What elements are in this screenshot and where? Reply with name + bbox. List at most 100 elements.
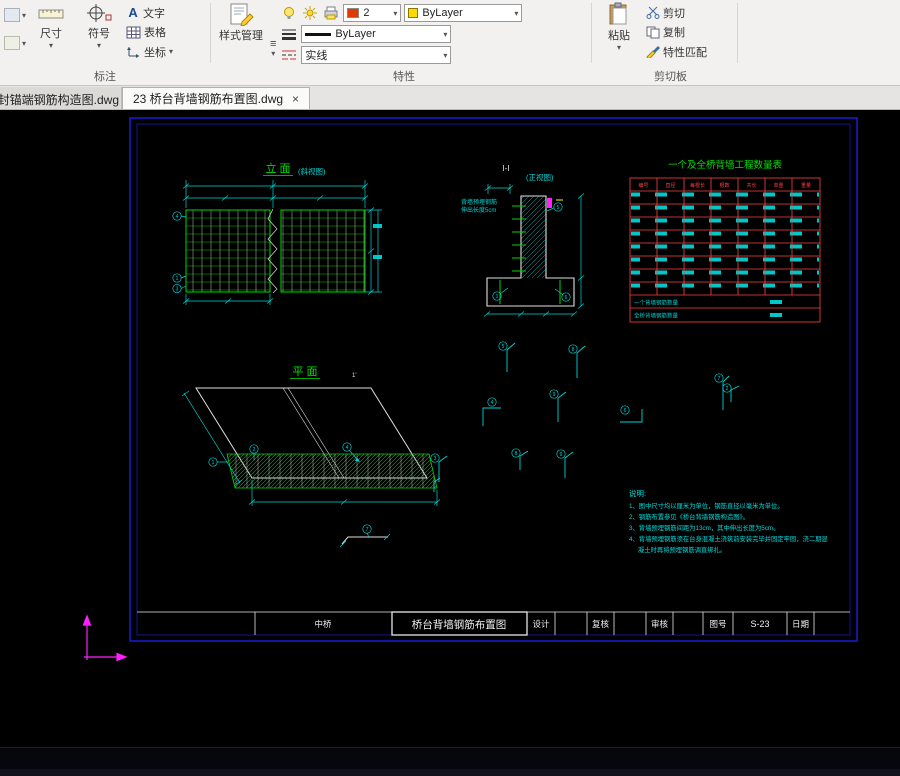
symbol-button[interactable]: 符号 ▾	[75, 1, 123, 50]
quantity-table: 一个及全桥背墙工程数量表 编号 直径 每根长 根数 共长 单重 重量 一个背墙钢…	[629, 159, 821, 323]
text-button[interactable]: A 文字	[124, 3, 175, 22]
datum-symbol-icon	[87, 4, 112, 22]
layer-value: ByLayer	[422, 7, 463, 19]
style-menu-button[interactable]: ≡ ▾	[268, 1, 278, 61]
section-subtitle: (正视图)	[526, 172, 554, 182]
svg-text:直径: 直径	[665, 182, 675, 189]
linetype-select[interactable]: 实线 ▾	[301, 46, 452, 64]
svg-text:4: 4	[176, 214, 179, 220]
cad-drawing: 立 面 (斜视图) 4 1 3 I-I (正视图) 背墙预埋钢筋 伸出长度5cm…	[82, 117, 858, 662]
plan-rebar-band	[226, 453, 438, 489]
style-manager-button[interactable]: 样式管理	[214, 1, 268, 43]
chevron-down-icon: ▾	[616, 43, 621, 52]
tab-drawing-1[interactable]: 封锚端钢筋构造图.dwg	[0, 87, 122, 109]
ribbon-panel-labels: 标注 特性 剪切板	[0, 66, 900, 85]
linetype-value: 实线	[305, 50, 328, 62]
ribbon: ▾ ▾ 尺寸 ▾ 符号 ▾ A 文字 表格 坐标 ▾ 样式管理 ≡ ▾ 2 ▾ …	[0, 0, 900, 86]
section-note-1: 背墙预埋钢筋	[461, 198, 497, 206]
section-embed-mark	[547, 198, 552, 208]
ribbon-main-row: ▾ ▾ 尺寸 ▾ 符号 ▾ A 文字 表格 坐标 ▾ 样式管理 ≡ ▾ 2 ▾ …	[0, 0, 900, 66]
match-properties-label: 特性匹配	[663, 46, 707, 59]
panel-label-clipboard: 剪切板	[654, 71, 687, 83]
svg-text:2: 2	[726, 386, 729, 392]
copy-button[interactable]: 复制	[644, 23, 709, 42]
tab-drawing-1-label: 封锚端钢筋构造图.dwg	[0, 93, 119, 107]
plan-detail-bar: 7	[339, 524, 391, 548]
svg-text:每根长: 每根长	[690, 182, 705, 189]
scissors-icon	[646, 6, 660, 19]
panel-label-annotation: 标注	[94, 71, 116, 83]
chevron-down-icon: ▾	[97, 41, 102, 50]
chevron-down-icon: ▾	[443, 29, 448, 39]
layer-swatch	[408, 8, 419, 18]
table-button[interactable]: 表格	[124, 23, 175, 42]
panel-label-properties: 特性	[393, 71, 415, 83]
style-manager-icon	[230, 3, 254, 26]
title-block: 中桥 桥台背墙钢筋布置图 设计 复核 审核 图号 S-23 日期	[137, 611, 850, 636]
brush-icon	[646, 46, 660, 58]
cut-button-label: 剪切	[663, 7, 685, 20]
notes-line-1: 1、图中尺寸均以厘米为单位，钢筋直径以毫米为单位。	[629, 501, 784, 510]
lineweight-icon[interactable]	[280, 26, 298, 42]
sun-icon[interactable]	[301, 5, 319, 21]
cut-button[interactable]: 剪切	[644, 3, 709, 22]
plan-section-mark: 1'	[352, 373, 356, 379]
svg-text:3: 3	[434, 456, 437, 462]
chevron-down-icon: ▾	[22, 10, 27, 20]
dimension-button-label: 尺寸	[40, 28, 63, 40]
clipboard-icon	[609, 2, 627, 25]
rebar-shape-details	[433, 342, 740, 492]
section-view: I-I (正视图) 背墙预埋钢筋 伸出长度5cm 5 1 6	[461, 164, 585, 317]
svg-text:7: 7	[366, 527, 369, 533]
layer-select[interactable]: ByLayer ▾	[404, 4, 523, 22]
style-manager-label: 样式管理	[219, 30, 263, 42]
properties-controls: 2 ▾ ByLayer ▾ ByLayer ▾ 实线 ▾	[278, 1, 523, 64]
color-select[interactable]: 2 ▾	[343, 4, 402, 22]
tab-drawing-2[interactable]: 23 桥台背墙钢筋布置图.dwg ×	[122, 87, 311, 109]
copy-button-label: 复制	[663, 27, 685, 39]
toolbar-mini-button[interactable]: ▾	[4, 31, 26, 55]
section-note-2: 伸出长度5cm	[461, 206, 496, 214]
color-value: 2	[363, 7, 370, 19]
svg-text:2: 2	[253, 447, 256, 453]
elevation-title: 立 面	[265, 161, 290, 175]
svg-text:8: 8	[515, 451, 518, 457]
coordinate-button-label: 坐标	[144, 46, 167, 59]
svg-text:6: 6	[624, 408, 627, 414]
elevation-callout-numbers: 4 1 3	[176, 214, 179, 292]
svg-text:4: 4	[491, 400, 494, 406]
toolbar-overflow-icons: ▾ ▾	[3, 1, 27, 57]
lightbulb-icon[interactable]	[280, 5, 298, 21]
elevation-subtitle: (斜视图)	[298, 166, 326, 176]
match-properties-button[interactable]: 特性匹配	[644, 42, 709, 61]
ribbon-separator	[737, 3, 738, 63]
chevron-down-icon: ▾	[49, 41, 54, 50]
coordinate-button[interactable]: 坐标 ▾	[124, 42, 175, 61]
svg-text:1: 1	[212, 460, 215, 466]
chevron-down-icon: ▾	[169, 47, 174, 56]
quantity-table-headers: 编号 直径 每根长 根数 共长 单重 重量	[638, 182, 811, 189]
quantity-table-footer-1: 一个背墙钢筋数量	[634, 299, 679, 307]
lineweight-select[interactable]: ByLayer ▾	[301, 25, 452, 43]
svg-text:5: 5	[557, 205, 560, 211]
svg-text:根数: 根数	[719, 182, 729, 189]
paste-button[interactable]: 粘贴 ▾	[595, 1, 643, 52]
titleblock-bridge: 中桥	[314, 619, 332, 629]
drawing-viewport[interactable]: 立 面 (斜视图) 4 1 3 I-I (正视图) 背墙预埋钢筋 伸出长度5cm…	[0, 110, 900, 747]
symbol-button-label: 符号	[88, 28, 111, 40]
command-line-area[interactable]	[0, 747, 900, 776]
titleblock-sheet-label: 图号	[709, 619, 726, 629]
tab-close-icon[interactable]: ×	[292, 92, 299, 106]
printer-icon[interactable]	[322, 5, 340, 21]
chevron-down-icon: ▾	[443, 50, 448, 60]
toolbar-mini-button[interactable]: ▾	[4, 3, 26, 27]
tool-icon	[4, 36, 20, 50]
dimension-button[interactable]: 尺寸 ▾	[27, 1, 75, 50]
chevron-down-icon: ▾	[514, 8, 519, 18]
chevron-down-icon: ▾	[393, 8, 398, 18]
notes-line-2: 2、钢筋布置参见《桥台背墙钢筋构造图》。	[629, 512, 749, 521]
svg-text:编号: 编号	[638, 182, 648, 189]
linetype-icon[interactable]	[280, 47, 298, 63]
titleblock-review: 审核	[651, 619, 669, 629]
lineweight-preview	[305, 32, 332, 36]
